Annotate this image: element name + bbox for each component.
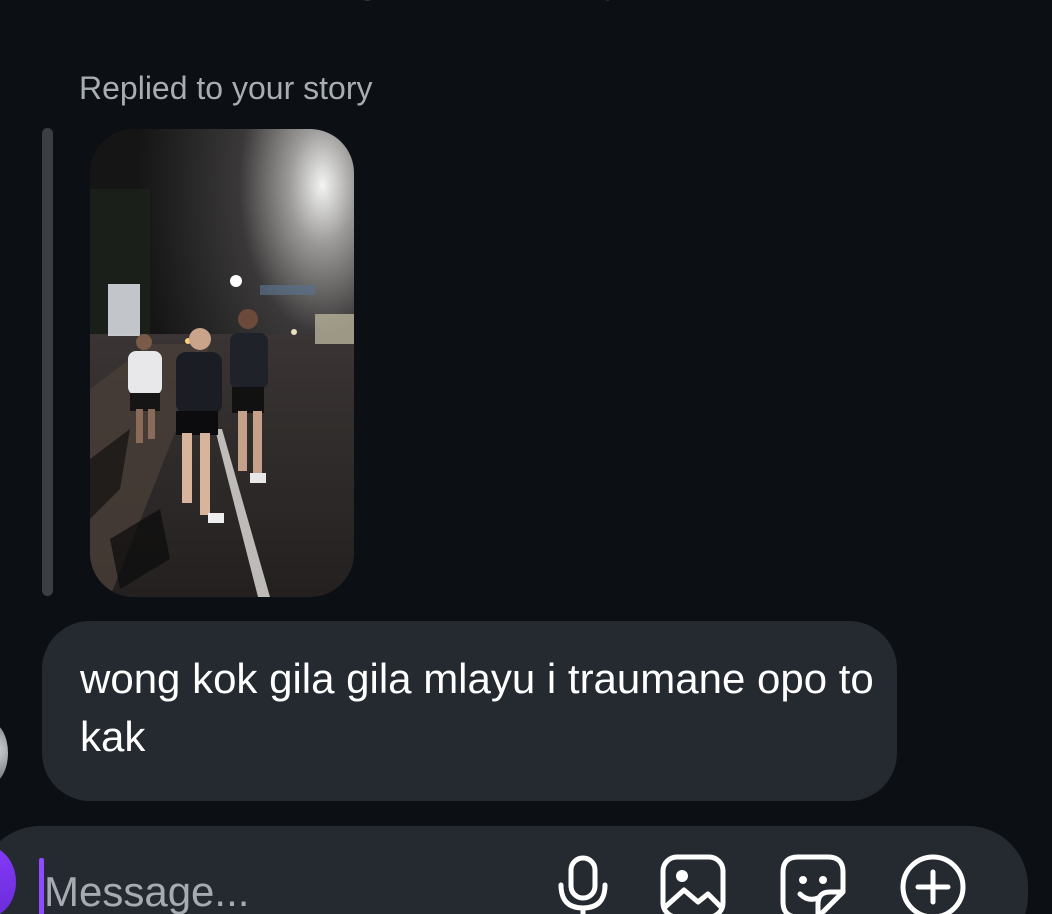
sender-avatar[interactable]	[0, 722, 8, 784]
microphone-icon[interactable]	[548, 852, 618, 914]
story-image	[90, 129, 354, 597]
message-input[interactable]	[44, 862, 524, 914]
chat-screen: YESTERDAY 22:16 Replied to your story	[0, 0, 1052, 914]
gallery-icon[interactable]	[658, 852, 728, 914]
story-thumbnail[interactable]	[90, 129, 354, 597]
reply-quote-bar	[42, 128, 53, 596]
story-reply-label: Replied to your story	[79, 70, 373, 106]
message-text: wong kok gila gila mlayu i traumane opo …	[80, 655, 874, 760]
sticker-icon[interactable]	[778, 852, 848, 914]
message-timestamp: YESTERDAY 22:16	[0, 0, 930, 8]
plus-circle-icon[interactable]	[898, 852, 968, 914]
